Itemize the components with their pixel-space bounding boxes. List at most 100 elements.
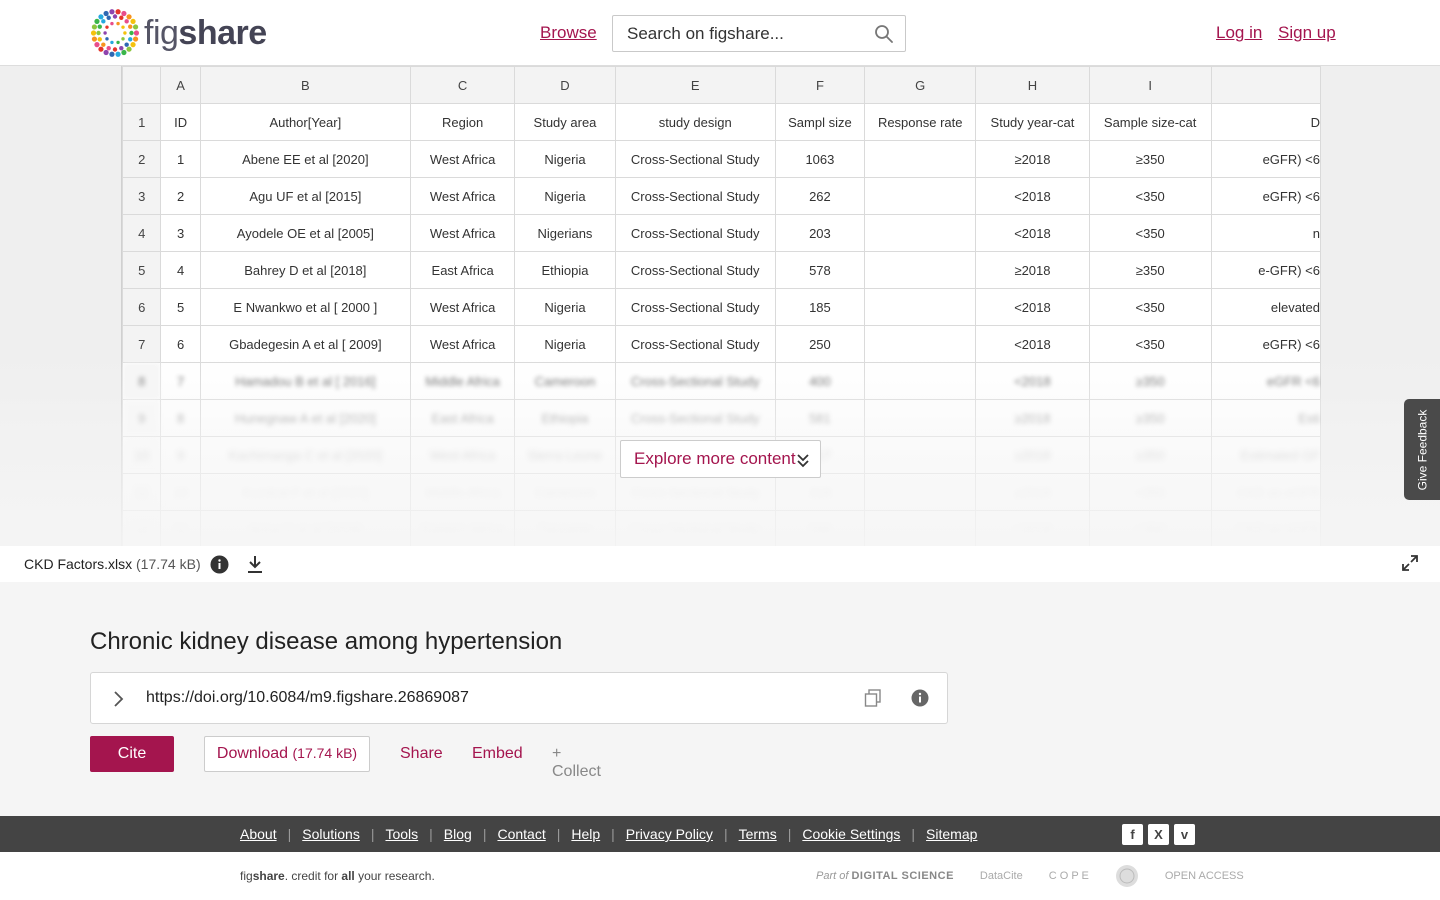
table-cell: <350 (1088, 214, 1212, 252)
row-number: 10 (122, 436, 162, 474)
table-cell: ≥350 (1088, 399, 1212, 437)
table-cell: Cameroon (514, 473, 616, 511)
table-cell: ≥2018 (975, 399, 1090, 437)
table-cell: Cross-Sectional Study (614, 399, 776, 437)
table-cell (864, 436, 977, 474)
table-cell: East Africa (409, 399, 516, 437)
row-number: 11 (122, 473, 162, 511)
table-cell: <2018 (975, 214, 1090, 252)
table-cell (864, 399, 977, 437)
table-cell: <2018 (975, 362, 1090, 400)
table-cell (864, 251, 977, 289)
site-header: figshare Browse Log in Sign up (0, 0, 1440, 66)
table-cell: Ayodele OE et al [2005] (199, 214, 411, 252)
table-cell: eGFR) <6 (1210, 325, 1321, 363)
table-cell (864, 214, 977, 252)
download-icon[interactable] (246, 555, 264, 574)
footer-separator: | (429, 826, 433, 842)
table-cell: 581 (774, 399, 866, 437)
seal-logo[interactable] (1115, 864, 1139, 888)
table-cell: Kuzdzal F et al [2020] (199, 473, 411, 511)
table-cell: <350 (1088, 325, 1212, 363)
table-cell: eGFR) <6 (1210, 177, 1321, 215)
table-cell: Esti (1210, 399, 1321, 437)
table-cell: Sierra Leone (514, 436, 616, 474)
chevron-right-icon[interactable] (111, 689, 125, 709)
footer-link-solutions[interactable]: Solutions (302, 826, 360, 842)
table-cell: Anna O et al [2016] (199, 510, 411, 546)
table-cell: 3 (160, 214, 201, 252)
table-cell: West Africa (409, 140, 516, 178)
login-link[interactable]: Log in (1216, 23, 1262, 43)
copy-icon[interactable] (864, 689, 882, 707)
file-size: (17.74 kB) (136, 556, 201, 572)
open-access-logo[interactable]: OPEN ACCESS (1165, 870, 1244, 882)
footer-tagline: figshare. credit for all your research. (240, 869, 435, 883)
facebook-icon[interactable]: f (1122, 824, 1143, 845)
footer-link-blog[interactable]: Blog (444, 826, 472, 842)
table-cell: East Africa (409, 251, 516, 289)
footer-link-sitemap[interactable]: Sitemap (926, 826, 977, 842)
table-cell: Kachimanga C et al [2020] (199, 436, 411, 474)
table-cell: Nigeria (514, 288, 616, 326)
give-feedback-tab[interactable]: Give Feedback (1404, 399, 1440, 500)
table-cell: Gbadegesin A et al [ 2009] (199, 325, 411, 363)
embed-link[interactable]: Embed (472, 745, 523, 763)
table-cell: Response rate (864, 103, 977, 141)
datacite-logo[interactable]: DataCite (980, 870, 1023, 882)
signup-link[interactable]: Sign up (1278, 23, 1336, 43)
footer-nav: About | Solutions | Tools | Blog | Contact | Help |… (0, 816, 1440, 852)
share-link[interactable]: Share (400, 745, 443, 763)
table-cell: <350 (1088, 473, 1212, 511)
explore-more-button[interactable]: Explore more content (620, 440, 821, 478)
table-cell: CKD as eGFR (1210, 473, 1321, 511)
footer-link-tools[interactable]: Tools (385, 826, 418, 842)
table-cell: Region (409, 103, 516, 141)
table-cell: 9 (160, 436, 201, 474)
footer-link-help[interactable]: Help (571, 826, 600, 842)
footer-link-about[interactable]: About (240, 826, 277, 842)
table-cell (864, 362, 977, 400)
table-cell: <2018 (975, 510, 1090, 546)
table-cell: ≥350 (1088, 251, 1212, 289)
footer-link-cookie-settings[interactable]: Cookie Settings (802, 826, 900, 842)
table-cell: Bahrey D et al [2018] (199, 251, 411, 289)
footer-link-contact[interactable]: Contact (497, 826, 545, 842)
download-size: (17.74 kB) (292, 745, 358, 761)
row-number: 7 (122, 325, 162, 363)
table-cell: Nigerians (514, 214, 616, 252)
footer-link-privacy-policy[interactable]: Privacy Policy (626, 826, 713, 842)
column-letter: H (975, 66, 1090, 104)
table-cell: Cross-Sectional Study (614, 140, 776, 178)
table-cell: eGFR <6 (1210, 362, 1321, 400)
row-number: 2 (122, 140, 162, 178)
download-button[interactable]: Download (17.74 kB) (204, 736, 370, 772)
table-cell: Study year-cat (975, 103, 1090, 141)
collect-link[interactable]: + Collect (552, 745, 601, 781)
cope-logo[interactable]: C O P E (1049, 870, 1089, 882)
table-cell (864, 288, 977, 326)
table-cell: Cross-Sectional Study (614, 510, 776, 546)
vimeo-icon[interactable]: v (1174, 824, 1195, 845)
digital-science-logo[interactable]: Part of DIGITAL SCIENCE (816, 870, 954, 882)
footer-link-terms[interactable]: Terms (739, 826, 777, 842)
row-number: 5 (122, 251, 162, 289)
footer-bottom: figshare. credit for all your research. … (0, 852, 1440, 900)
doi-box: https://doi.org/10.6084/m9.figshare.2686… (90, 672, 948, 724)
cite-button[interactable]: Cite (90, 736, 174, 772)
figshare-logo[interactable]: figshare (90, 8, 267, 58)
search-input[interactable] (613, 16, 863, 51)
search-icon[interactable] (874, 24, 894, 44)
column-letter: F (774, 66, 866, 104)
table-cell: Author[Year] (199, 103, 411, 141)
table-cell (864, 325, 977, 363)
row-number: 4 (122, 214, 162, 252)
doi-info-icon[interactable] (911, 689, 929, 707)
table-cell: 6 (160, 325, 201, 363)
browse-link[interactable]: Browse (540, 23, 597, 43)
fullscreen-icon[interactable] (1402, 555, 1418, 571)
file-info-icon[interactable] (210, 555, 229, 574)
table-cell: ≥350 (1088, 140, 1212, 178)
doi-link[interactable]: https://doi.org/10.6084/m9.figshare.2686… (146, 689, 469, 707)
x-twitter-icon[interactable]: X (1148, 824, 1169, 845)
